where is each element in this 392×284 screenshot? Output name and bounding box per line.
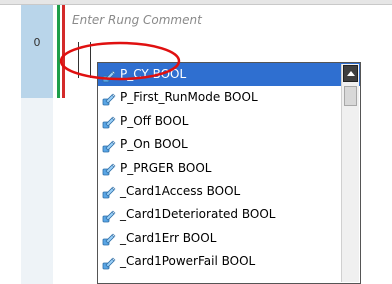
- variable-type: BOOL: [182, 230, 217, 245]
- variable-name: _Card1Deteriorated: [120, 207, 239, 222]
- scrollbar[interactable]: [341, 64, 359, 282]
- variable-icon: [102, 208, 116, 223]
- variable-list-item[interactable]: P_PRGER BOOL: [98, 157, 360, 180]
- variable-type: BOOL: [177, 160, 212, 175]
- variable-name: P_On: [120, 137, 151, 152]
- variable-type: BOOL: [152, 67, 187, 81]
- variable-name: P_CY: [120, 67, 149, 81]
- variable-list-item[interactable]: _Card1Deteriorated BOOL: [98, 203, 360, 226]
- contact-left-bar[interactable]: [78, 42, 79, 78]
- rung-number-gutter[interactable]: [21, 5, 53, 98]
- variable-list-item[interactable]: P_First_RunMode BOOL: [98, 86, 360, 109]
- variable-type: BOOL: [221, 254, 256, 269]
- variable-name: _Card1Access: [120, 183, 203, 198]
- variable-name: _Card1PowerFail: [120, 254, 218, 269]
- variable-name: _Card1Err: [120, 230, 179, 245]
- variable-icon: [102, 231, 116, 246]
- variable-icon: [102, 138, 116, 153]
- variable-list-item[interactable]: P_Off BOOL: [98, 110, 360, 133]
- scroll-up-button[interactable]: [343, 65, 358, 82]
- variable-icon: [102, 255, 116, 270]
- variable-list-item[interactable]: _Card1Err BOOL: [98, 227, 360, 250]
- variable-icon: [102, 91, 116, 106]
- left-power-rail-red: [62, 5, 65, 98]
- variable-icon: [102, 114, 116, 129]
- rung-comment-field[interactable]: Enter Rung Comment: [72, 13, 202, 27]
- variable-list-item[interactable]: P_On BOOL: [98, 133, 360, 156]
- rung-number: 0: [33, 36, 41, 49]
- variable-type: BOOL: [154, 113, 189, 128]
- variable-name: P_PRGER: [120, 160, 175, 175]
- variable-autocomplete-list[interactable]: P_CY BOOL P_First_RunMode BOOL P_Off BOOL P…: [97, 62, 361, 284]
- variable-icon: [102, 161, 116, 176]
- variable-list-item[interactable]: _Card1Access BOOL: [98, 180, 360, 203]
- variable-name: P_Off: [120, 113, 151, 128]
- variable-type: BOOL: [206, 183, 241, 198]
- variable-type: BOOL: [154, 137, 188, 152]
- variable-icon: [102, 68, 116, 82]
- rung-gutter-lower: [21, 98, 53, 284]
- variable-list-items: P_CY BOOL P_First_RunMode BOOL P_Off BOOL P…: [98, 63, 360, 274]
- variable-list-item[interactable]: _Card1PowerFail BOOL: [98, 250, 360, 273]
- contact-right-bar[interactable]: [90, 42, 91, 78]
- variable-name: P_First_RunMode: [120, 90, 221, 105]
- variable-icon: [102, 184, 116, 199]
- variable-type: BOOL: [241, 207, 276, 222]
- scroll-thumb[interactable]: [344, 86, 357, 106]
- variable-type: BOOL: [224, 90, 258, 105]
- variable-list-item[interactable]: P_CY BOOL: [98, 63, 360, 87]
